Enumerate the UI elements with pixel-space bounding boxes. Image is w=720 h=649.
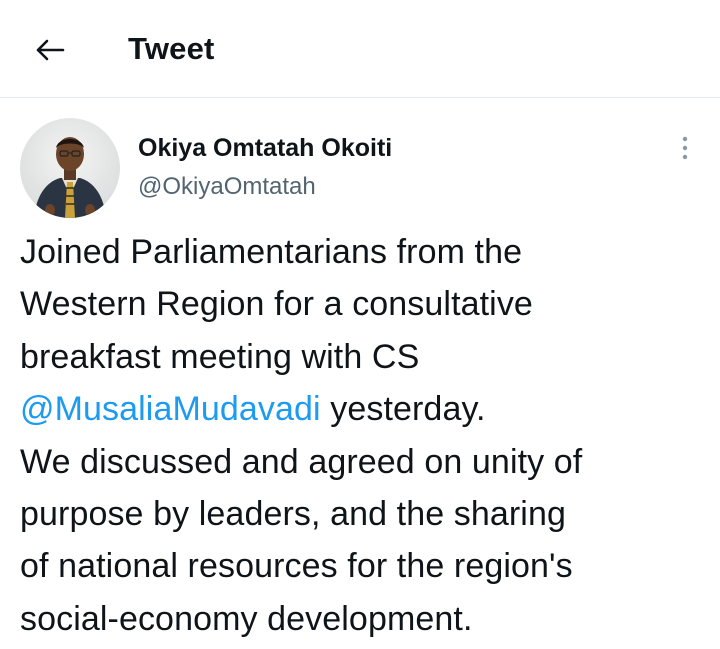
author-name[interactable]: Okiya Omtatah Okoiti [138,133,392,163]
tweet-line: We discussed and agreed on unity of [20,442,583,481]
tweet-line: Western Region for a consultative [20,285,533,324]
arrow-left-icon [36,39,65,61]
top-bar: Tweet [0,0,720,98]
tweet-body: Joined Parliamentarians from the Western… [20,226,710,645]
tweet-line: purpose by leaders, and the sharing [20,495,566,534]
tweet-line: Joined Parliamentarians from the [20,233,523,271]
author-handle[interactable]: @OkiyaOmtatah [138,172,316,202]
more-vertical-icon [682,136,688,160]
tweet-line-with-mention: @MusaliaMudavadi yesterday. [20,383,710,435]
mention-link[interactable]: @MusaliaMudavadi [20,390,321,428]
tweet-line: breakfast meeting with CS [20,337,420,376]
tweet-line-text: yesterday. [320,390,486,429]
profile-photo [20,118,120,218]
page-title: Tweet [128,31,215,66]
tweet-line: of national resources for the region's [20,547,573,586]
author-avatar[interactable] [20,118,120,218]
back-button[interactable] [26,28,74,72]
more-options-button[interactable] [670,130,700,166]
tweet-line: social-economy development. [20,599,473,638]
